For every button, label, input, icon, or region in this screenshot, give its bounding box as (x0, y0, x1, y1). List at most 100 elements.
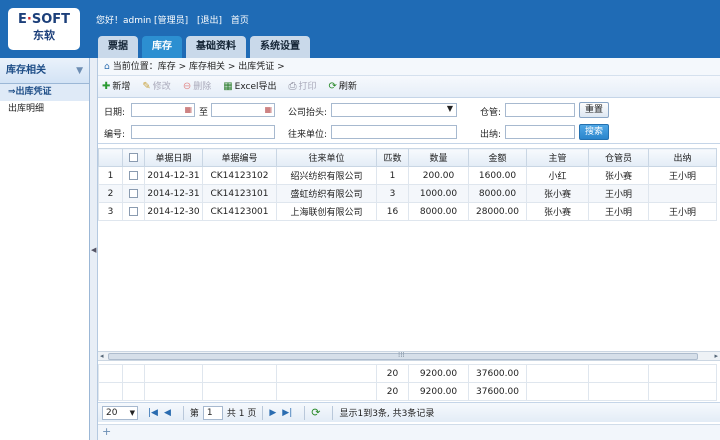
row-checkbox[interactable] (122, 202, 145, 221)
column-header[interactable]: 出纳 (648, 148, 717, 167)
cell: 张小赛 (526, 202, 589, 221)
column-header[interactable]: 单据日期 (144, 148, 203, 167)
page-prefix: 第 (189, 409, 199, 419)
print-button[interactable]: ⎙ 打印 (289, 76, 317, 98)
sidebar-header[interactable]: 库存相关 ▼ (0, 58, 89, 84)
partner-input[interactable] (331, 125, 457, 139)
cell: CK14123102 (202, 166, 277, 185)
column-header[interactable]: 单据编号 (202, 148, 277, 167)
scroll-left-icon[interactable]: ◂ (100, 352, 104, 360)
home-link[interactable]: 首页 (231, 16, 249, 26)
sidebar-splitter[interactable]: ◀ (90, 58, 98, 440)
calendar-icon[interactable]: ▦ (184, 105, 192, 114)
summary-quantity: 9200.00 (408, 364, 469, 383)
tab-inventory[interactable]: 库存 (142, 36, 182, 58)
column-header[interactable]: 主管 (526, 148, 589, 167)
cell: 盛虹纺织有限公司 (276, 184, 377, 203)
sidebar-item-outbound-voucher[interactable]: ⇒出库凭证 (0, 84, 89, 101)
scroll-right-icon[interactable]: ▸ (714, 352, 718, 360)
horizontal-scrollbar[interactable]: ◂ ⁞⁞⁞ ▸ (98, 351, 720, 361)
date-from-input[interactable]: ▦ (131, 103, 195, 117)
add-label: 新增 (112, 81, 131, 92)
collapse-arrow-icon[interactable]: ◀ (91, 246, 96, 254)
cell: 王小明 (648, 202, 717, 221)
cell (648, 364, 717, 383)
date-to-input[interactable]: ▦ (211, 103, 275, 117)
chevron-down-icon: ▼ (129, 408, 135, 417)
row-checkbox[interactable] (122, 166, 145, 185)
tab-bills[interactable]: 票据 (98, 36, 138, 58)
breadcrumb: ⌂ 当前位置：库存 > 库存相关 > 出库凭证 > (98, 58, 720, 76)
column-header[interactable]: 匹数 (376, 148, 409, 167)
cell (122, 364, 145, 383)
divider (304, 405, 306, 420)
cell (144, 382, 203, 401)
delete-button[interactable]: ⊖ 删除 (183, 76, 211, 98)
cell: 1 (376, 166, 409, 185)
cell: 200.00 (408, 166, 469, 185)
cashier-input[interactable] (505, 125, 575, 139)
table-row[interactable]: 2 2014-12-31 CK14123101 盛虹纺织有限公司 3 1000.… (98, 184, 717, 203)
cell: 王小明 (588, 184, 649, 203)
cell: 3 (376, 184, 409, 203)
add-button[interactable]: ✚ 新增 (102, 76, 130, 98)
main-panel: ⌂ 当前位置：库存 > 库存相关 > 出库凭证 > ✚ 新增 ✎ 修改 ⊖ 删除 ▦ Ex… (98, 58, 720, 440)
logout-link[interactable]: [退出] (197, 16, 222, 26)
prev-page-icon[interactable]: ◀ (164, 408, 171, 418)
row-checkbox[interactable] (122, 184, 145, 203)
calendar-icon[interactable]: ▦ (264, 105, 272, 114)
cell (202, 364, 277, 383)
column-header[interactable]: 数量 (408, 148, 469, 167)
logo-text-cn: 东软 (33, 29, 55, 42)
warehouse-keeper-label: 仓管: (480, 108, 502, 118)
table-row[interactable]: 3 2014-12-30 CK14123001 上海联创有限公司 16 8000… (98, 202, 717, 221)
code-input[interactable] (131, 125, 275, 139)
date-label: 日期: (104, 108, 126, 118)
cell (526, 382, 589, 401)
chevron-down-icon: ▼ (446, 104, 453, 113)
search-button[interactable]: 搜索 (579, 124, 609, 140)
data-grid: 单据日期 单据编号 往来单位 匹数 数量 金额 主管 仓管员 出纳 1 2014… (98, 148, 720, 221)
sidebar: 库存相关 ▼ ⇒出库凭证 出库明细 (0, 58, 90, 440)
select-all-checkbox[interactable] (122, 148, 145, 167)
filter-form: 日期: ▦ 至 ▦ 公司抬头: ▼ 仓管: 重置 编号: 往来单位: 出纳: 搜… (98, 98, 720, 144)
cashier-label: 出纳: (480, 130, 502, 140)
cell (98, 382, 123, 401)
refresh-button[interactable]: ⟳ 刷新 (329, 76, 357, 98)
summary-quantity: 9200.00 (408, 382, 469, 401)
warehouse-keeper-input[interactable] (505, 103, 575, 117)
last-page-icon[interactable]: ▶| (282, 408, 292, 418)
main-tabs: 票据 库存 基础资料 系统设置 (98, 36, 314, 58)
refresh-icon[interactable]: ⟳ (311, 406, 320, 419)
tab-system-settings[interactable]: 系统设置 (250, 36, 310, 58)
breadcrumb-text: 当前位置：库存 > 库存相关 > 出库凭证 > (112, 62, 285, 72)
chevron-down-icon[interactable]: ▼ (76, 58, 83, 84)
page-total: 共 1 页 (226, 409, 257, 419)
tab-basic-data[interactable]: 基础资料 (186, 36, 246, 58)
page-size-select[interactable]: 20 ▼ (102, 405, 138, 420)
summary-count: 20 (376, 382, 409, 401)
logo: E·SOFT 东软 (8, 8, 80, 50)
cell (98, 364, 123, 383)
page-number-input[interactable]: 1 (202, 405, 223, 420)
cell: 2014-12-31 (144, 184, 203, 203)
column-header[interactable]: 仓管员 (588, 148, 649, 167)
excel-export-button[interactable]: ▦ Excel导出 (223, 76, 276, 98)
reset-button[interactable]: 重置 (579, 102, 609, 118)
add-row-icon[interactable]: + (98, 424, 720, 440)
cell: 上海联创有限公司 (276, 202, 377, 221)
cell: 小红 (526, 166, 589, 185)
app-header: E·SOFT 东软 您好！admin [管理员] [退出] 首页 票据 库存 基… (0, 0, 720, 58)
user-bar: 您好！admin [管理员] [退出] 首页 (96, 13, 255, 26)
next-page-icon[interactable]: ▶ (269, 408, 276, 418)
first-page-icon[interactable]: |◀ (148, 408, 158, 418)
table-row[interactable]: 1 2014-12-31 CK14123102 绍兴纺织有限公司 1 200.0… (98, 166, 717, 185)
edit-button[interactable]: ✎ 修改 (142, 76, 170, 98)
sidebar-item-outbound-detail[interactable]: 出库明细 (0, 101, 89, 118)
cell (122, 382, 145, 401)
column-header[interactable]: 金额 (468, 148, 527, 167)
summary-table: 20 9200.00 37600.00 20 9200.00 37600.00 (98, 364, 717, 401)
column-header[interactable]: 往来单位 (276, 148, 377, 167)
divider (332, 405, 334, 420)
company-select[interactable]: ▼ (331, 103, 457, 117)
